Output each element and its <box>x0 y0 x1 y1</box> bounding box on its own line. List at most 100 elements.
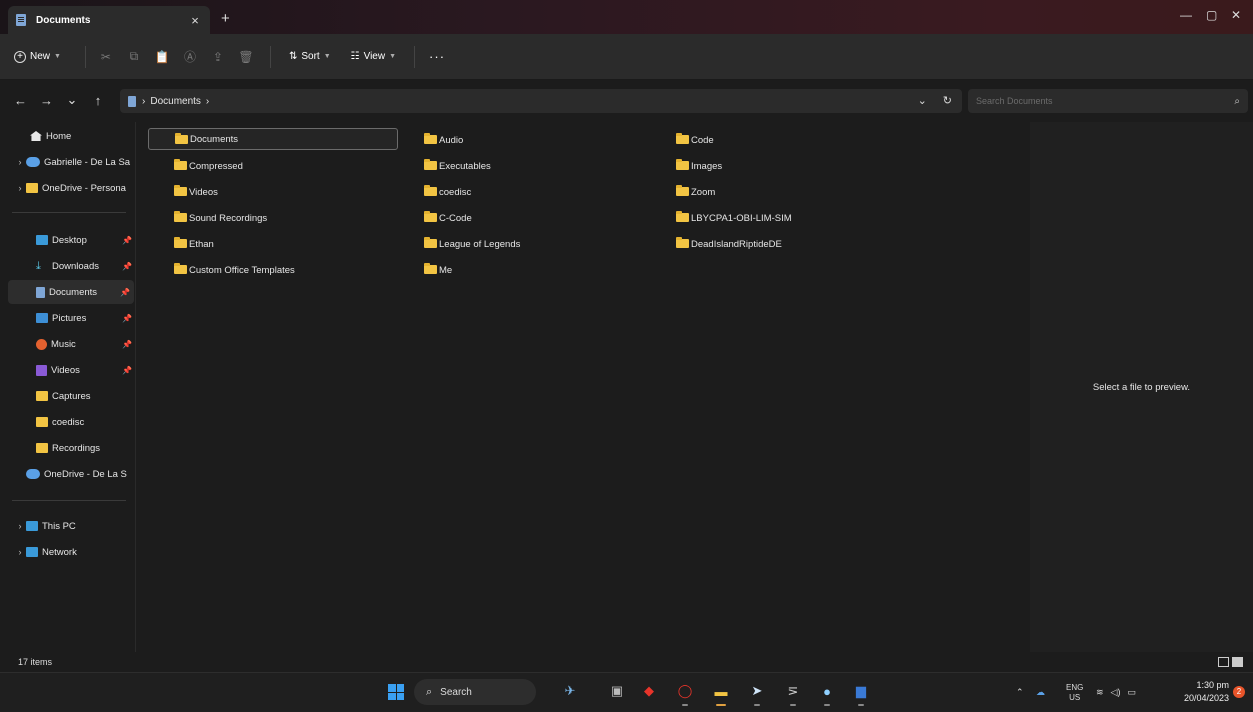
list-item[interactable]: Executables <box>388 155 491 177</box>
new-tab-button[interactable]: + <box>221 10 230 27</box>
cut-icon[interactable]: ✂ <box>94 45 118 69</box>
opera-icon[interactable]: ◯ <box>676 682 694 706</box>
chevron-right-icon[interactable]: › <box>14 157 26 167</box>
forward-arrow-icon[interactable]: → <box>40 93 53 108</box>
details-view-icon[interactable] <box>1218 657 1229 667</box>
clock[interactable]: 1:30 pm 20/04/2023 <box>1184 679 1229 705</box>
sidebar-item-label: Home <box>46 130 72 142</box>
list-item[interactable]: LBYCPA1-OBI-LIM-SIM <box>640 207 792 229</box>
folder-icon <box>36 391 48 401</box>
list-item[interactable]: Code <box>640 129 714 151</box>
quick-settings[interactable]: ≋ ◁) ▭ <box>1096 673 1136 712</box>
rename-icon[interactable]: Ⓐ <box>178 45 202 69</box>
list-item[interactable]: Ethan <box>138 233 214 255</box>
chevron-right-icon[interactable]: › <box>14 183 26 193</box>
sidebar-item-captures[interactable]: Captures <box>0 384 136 408</box>
address-dropdown-icon[interactable]: ⌄ <box>918 94 927 107</box>
start-button[interactable] <box>388 684 404 700</box>
list-item[interactable]: Videos <box>138 181 218 203</box>
share-icon[interactable]: ⇪ <box>206 45 230 69</box>
sidebar-item-label: Recordings <box>52 442 101 454</box>
task-view-icon[interactable]: ▣ <box>608 682 626 700</box>
list-item[interactable]: Zoom <box>640 181 715 203</box>
address-bar[interactable]: › Documents › ⌄ ↻ <box>120 89 962 113</box>
word-icon[interactable]: ▆ <box>852 682 870 706</box>
language-indicator[interactable]: ENG US <box>1066 673 1083 712</box>
sidebar-item-network[interactable]: › Network <box>0 540 136 564</box>
item-count: 17 items <box>18 657 53 667</box>
list-item[interactable]: Me <box>388 259 452 281</box>
close-window-button[interactable]: ✕ <box>1231 8 1241 22</box>
sidebar-item-onedrive-school[interactable]: › Gabrielle - De La Sa <box>0 150 136 174</box>
download-icon: ⤓ <box>36 260 41 272</box>
tiles-view-icon[interactable] <box>1232 657 1243 667</box>
steam-icon[interactable]: ➤ <box>748 682 766 706</box>
view-button[interactable]: ☷ View ▼ <box>351 51 396 62</box>
tab-documents[interactable]: Documents × <box>8 6 210 34</box>
list-item[interactable]: C-Code <box>388 207 472 229</box>
divider <box>414 45 416 68</box>
file-name: Me <box>439 264 453 276</box>
sidebar-item-onedrive-school-2[interactable]: OneDrive - De La S <box>0 462 136 486</box>
list-item[interactable]: Sound Recordings <box>138 207 267 229</box>
breadcrumb-documents[interactable]: Documents <box>150 96 201 107</box>
recent-chevron-icon[interactable]: ⌄ <box>66 92 78 108</box>
sidebar-item-this-pc[interactable]: › This PC <box>0 514 136 538</box>
sidebar-item-videos[interactable]: Videos 📌 <box>0 358 136 382</box>
terminal-icon[interactable]: ⋝ <box>784 682 802 706</box>
command-bar: + New ▼ ✂ ⧉ 📋 Ⓐ ⇪ 🗑 ⇅ Sort ▼ ☷ View ▼ ··… <box>0 34 1253 80</box>
sidebar-item-desktop[interactable]: Desktop 📌 <box>0 228 136 252</box>
file-name: Documents <box>190 133 239 145</box>
paste-icon[interactable]: 📋 <box>150 45 174 69</box>
delete-icon[interactable]: 🗑 <box>234 45 258 69</box>
show-hidden-icons[interactable]: ⌃ <box>1016 673 1024 712</box>
sort-button[interactable]: ⇅ Sort ▼ <box>289 51 331 62</box>
app-diamond-icon[interactable]: ◆ <box>640 682 658 700</box>
list-item[interactable]: Images <box>640 155 722 177</box>
list-item[interactable]: Documents <box>148 128 398 150</box>
list-item[interactable]: coedisc <box>388 181 471 203</box>
sidebar-item-onedrive-personal[interactable]: › OneDrive - Persona <box>0 176 136 200</box>
language-top: ENG <box>1066 682 1084 692</box>
chevron-right-icon[interactable]: › <box>14 521 26 531</box>
widgets-icon[interactable]: ✈ <box>552 682 588 700</box>
search-input[interactable] <box>976 96 1235 106</box>
file-name: Videos <box>189 186 218 198</box>
sidebar-item-home[interactable]: Home <box>0 124 136 148</box>
minimize-button[interactable]: — <box>1180 8 1192 22</box>
list-item[interactable]: DeadIslandRiptideDE <box>640 233 782 255</box>
onedrive-tray-icon[interactable]: ☁ <box>1036 673 1045 712</box>
up-arrow-icon[interactable]: ↑ <box>92 93 104 108</box>
sidebar-item-documents[interactable]: Documents 📌 <box>8 280 134 304</box>
list-item[interactable]: League of Legends <box>388 233 520 255</box>
sidebar-item-music[interactable]: Music 📌 <box>0 332 136 356</box>
back-arrow-icon[interactable]: ← <box>14 93 27 108</box>
close-tab-button[interactable]: × <box>188 13 202 28</box>
sidebar-item-coedisc[interactable]: coedisc <box>0 410 136 434</box>
sidebar-item-pictures[interactable]: Pictures 📌 <box>0 306 136 330</box>
taskbar-search-label: Search <box>440 686 472 698</box>
sidebar-item-downloads[interactable]: ⤓ Downloads 📌 <box>0 254 136 278</box>
pin-icon: 📌 <box>122 235 132 245</box>
search-icon[interactable]: ⌕ <box>1234 96 1240 107</box>
new-button[interactable]: + New ▼ <box>14 50 61 63</box>
chevron-right-icon[interactable]: › <box>14 547 26 557</box>
taskbar-search[interactable]: ⌕ Search <box>414 679 536 705</box>
sidebar-item-recordings[interactable]: Recordings <box>0 436 136 460</box>
folder-icon <box>676 237 689 248</box>
search-box[interactable]: ⌕ <box>968 89 1248 113</box>
github-desktop-icon[interactable]: ● <box>818 682 836 706</box>
notification-badge[interactable]: 2 <box>1233 686 1245 698</box>
file-explorer-icon[interactable]: ▬ <box>712 682 730 706</box>
refresh-icon[interactable]: ↻ <box>943 94 952 107</box>
more-options-button[interactable]: ··· <box>429 49 445 64</box>
breadcrumb-separator[interactable]: › <box>206 96 209 107</box>
list-item[interactable]: Compressed <box>138 155 243 177</box>
list-item[interactable]: Audio <box>388 129 463 151</box>
list-item[interactable]: Custom Office Templates <box>138 259 295 281</box>
chevron-down-icon: ▼ <box>389 53 397 60</box>
videos-icon <box>36 364 47 376</box>
copy-icon[interactable]: ⧉ <box>122 45 146 69</box>
maximize-button[interactable]: ▢ <box>1206 8 1217 22</box>
volume-icon: ◁) <box>1110 687 1121 697</box>
